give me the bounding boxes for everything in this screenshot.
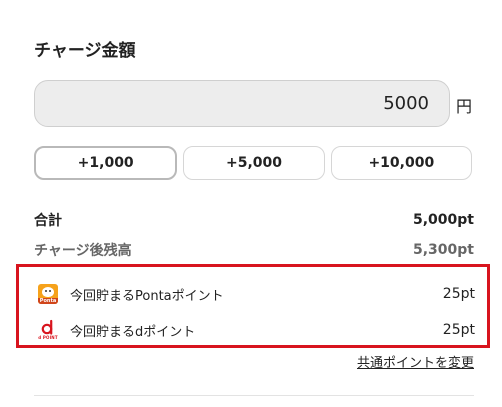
total-value: 5,000pt [413, 212, 474, 228]
preset-buttons: +1,000 +5,000 +10,000 [34, 146, 472, 180]
preset-5000-button[interactable]: +5,000 [183, 146, 325, 180]
ponta-points-row: Ponta 今回貯まるPontaポイント 25pt [38, 281, 475, 307]
preset-1000-button[interactable]: +1,000 [34, 146, 178, 180]
earned-points-box: Ponta 今回貯まるPontaポイント 25pt d POINT 今回貯まるd… [16, 264, 490, 348]
dpoint-logo-icon: d POINT [38, 319, 58, 341]
dpoint-points-row: d POINT 今回貯まるdポイント 25pt [38, 317, 475, 343]
dpoint-points-label: 今回貯まるdポイント [70, 324, 196, 340]
total-row: 合計 5,000pt [34, 210, 474, 230]
charge-amount-value: 5000 [383, 93, 429, 114]
charge-page: チャージ金額 5000 円 +1,000 +5,000 +10,000 合計 5… [0, 0, 502, 407]
remaining-balance-value: 5,300pt [413, 242, 474, 258]
dpoint-points-value: 25pt [442, 322, 475, 338]
change-common-points-link[interactable]: 共通ポイントを変更 [357, 352, 474, 371]
charge-amount-input[interactable]: 5000 [34, 80, 450, 127]
divider [34, 395, 474, 396]
total-label: 合計 [34, 213, 62, 229]
ponta-logo-text: Ponta [38, 298, 58, 304]
remaining-balance-row: チャージ後残高 5,300pt [34, 240, 474, 260]
ponta-points-label: 今回貯まるPontaポイント [70, 288, 224, 304]
charge-amount-title: チャージ金額 [34, 41, 136, 61]
ponta-points-value: 25pt [442, 286, 475, 302]
dpoint-logo-text: d POINT [38, 335, 58, 340]
preset-10000-button[interactable]: +10,000 [330, 146, 472, 180]
remaining-balance-label: チャージ後残高 [34, 243, 132, 259]
ponta-logo-icon: Ponta [38, 284, 58, 304]
currency-unit: 円 [456, 97, 473, 116]
